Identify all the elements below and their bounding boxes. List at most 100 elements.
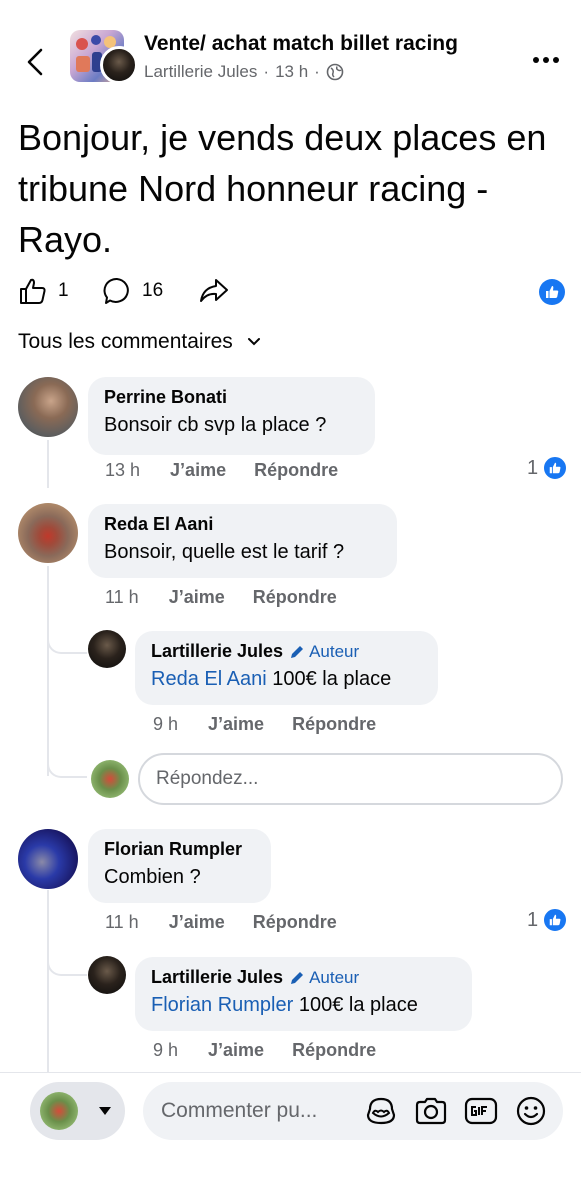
comment-input-placeholder: Commenter pu... — [161, 1099, 318, 1122]
post-meta: Lartillerie Jules · 13 h · — [144, 62, 344, 82]
reply-actions: 9 h J’aime Répondre — [153, 1040, 376, 1061]
avatar-sticker-icon — [366, 1097, 396, 1125]
thread-branch — [47, 640, 87, 654]
reply-actions: 9 h J’aime Répondre — [153, 714, 376, 735]
comment-reaction-count[interactable]: 1 — [527, 455, 569, 481]
comment-text: Combien ? — [104, 866, 201, 888]
reaction-count: 1 — [527, 456, 539, 479]
mention-link[interactable]: Reda El Aani — [151, 668, 267, 690]
profile-switcher[interactable] — [30, 1082, 125, 1140]
reply-text: 100€ la place — [272, 668, 392, 690]
reply-author-name[interactable]: Lartillerie Jules — [151, 967, 283, 988]
comment-reaction-count[interactable]: 1 — [527, 907, 569, 933]
reply-like-button[interactable]: J’aime — [208, 714, 264, 735]
separator-dot: · — [314, 62, 320, 81]
author-badge: Auteur — [289, 642, 359, 662]
more-icon — [533, 57, 539, 63]
pencil-icon — [291, 645, 304, 658]
reply-avatar[interactable] — [88, 956, 126, 994]
author-avatar-small — [100, 46, 138, 84]
comment-sort-dropdown[interactable]: Tous les commentaires — [18, 330, 261, 354]
thread-line — [47, 440, 49, 488]
reply-bubble: Lartillerie Jules Auteur Florian Rumpler… — [135, 957, 472, 1031]
post-author-name[interactable]: Lartillerie Jules — [144, 62, 257, 82]
camera-button[interactable] — [413, 1095, 449, 1127]
post-text: Bonjour, je vends deux places en tribune… — [18, 117, 547, 260]
comment-time: 11 h — [105, 912, 139, 932]
comment-bubble: Reda El Aani Bonsoir, quelle est le tari… — [88, 504, 397, 578]
author-badge-label: Auteur — [309, 641, 360, 661]
thumbs-up-badge-icon — [542, 907, 569, 933]
comment-bubble: Florian Rumpler Combien ? — [88, 829, 271, 903]
group-title[interactable]: Vente/ achat match billet racing — [144, 32, 458, 56]
author-badge: Auteur — [289, 968, 359, 988]
comment-like-button[interactable]: J’aime — [169, 587, 225, 608]
mention-link[interactable]: Florian Rumpler — [151, 994, 293, 1016]
comment-actions: 13 h J’aime Répondre — [105, 460, 338, 481]
comment-button[interactable]: 16 — [102, 274, 163, 308]
gif-button[interactable] — [463, 1095, 499, 1127]
gif-icon — [464, 1097, 498, 1125]
share-icon — [200, 279, 228, 302]
thread-branch — [47, 762, 87, 778]
comment-icon — [103, 277, 129, 304]
comment-input[interactable]: Commenter pu... — [143, 1082, 563, 1140]
comment-actions: 11 h J’aime Répondre — [105, 587, 337, 608]
thread-line — [47, 890, 49, 1072]
reply-input[interactable]: Répondez... — [138, 753, 563, 805]
like-icon — [20, 278, 46, 304]
more-options-button[interactable] — [526, 48, 566, 72]
reply-avatar[interactable] — [88, 630, 126, 668]
commenter-avatar[interactable] — [18, 829, 78, 889]
comment-like-button[interactable]: J’aime — [170, 460, 226, 481]
caret-down-icon — [99, 1107, 111, 1115]
comment-text: Bonsoir, quelle est le tarif ? — [104, 541, 345, 563]
commenter-name[interactable]: Perrine Bonati — [104, 387, 359, 408]
like-button[interactable]: 1 — [18, 274, 69, 308]
reply-bubble: Lartillerie Jules Auteur Reda El Aani 10… — [135, 631, 438, 705]
emoji-icon — [516, 1096, 546, 1126]
commenter-avatar[interactable] — [18, 503, 78, 563]
group-avatar[interactable] — [70, 30, 138, 84]
emoji-button[interactable] — [513, 1095, 549, 1127]
comment-reply-button[interactable]: Répondre — [253, 587, 337, 608]
reaction-badge[interactable] — [539, 279, 565, 305]
comment-reply-button[interactable]: Répondre — [254, 460, 338, 481]
reply-like-button[interactable]: J’aime — [208, 1040, 264, 1061]
separator-dot: · — [263, 62, 270, 81]
reply-reply-button[interactable]: Répondre — [292, 714, 376, 735]
reply-author-name[interactable]: Lartillerie Jules — [151, 641, 283, 662]
like-count: 1 — [58, 280, 69, 301]
commenter-name[interactable]: Florian Rumpler — [104, 839, 255, 860]
avatar-sticker-button[interactable] — [363, 1095, 399, 1127]
reply-text: 100€ la place — [298, 994, 418, 1016]
back-arrow-icon — [27, 48, 43, 76]
share-button[interactable] — [198, 274, 230, 308]
comment-count: 16 — [142, 280, 164, 301]
comment-like-button[interactable]: J’aime — [169, 912, 225, 933]
comment-actions: 11 h J’aime Répondre — [105, 912, 337, 933]
reaction-count: 1 — [527, 908, 539, 931]
pencil-icon — [291, 971, 304, 984]
comment-bubble: Perrine Bonati Bonsoir cb svp la place ? — [88, 377, 375, 455]
thread-line — [47, 566, 49, 776]
reply-reply-button[interactable]: Répondre — [292, 1040, 376, 1061]
thread-branch — [47, 960, 87, 976]
current-user-avatar — [40, 1092, 78, 1130]
post-time: 13 h — [275, 62, 309, 81]
comment-reply-button[interactable]: Répondre — [253, 912, 337, 933]
comment-time: 11 h — [105, 587, 139, 607]
chevron-down-icon — [247, 338, 260, 346]
globe-icon — [326, 63, 344, 81]
reply-time: 9 h — [153, 1040, 179, 1060]
reply-input-placeholder: Répondez... — [156, 768, 259, 789]
thumbs-up-badge-icon — [546, 285, 559, 298]
comment-text: Bonsoir cb svp la place ? — [104, 414, 327, 436]
comment-time: 13 h — [105, 460, 141, 480]
commenter-name[interactable]: Reda El Aani — [104, 514, 381, 535]
sort-label: Tous les commentaires — [18, 330, 233, 353]
back-button[interactable] — [18, 40, 52, 84]
commenter-avatar[interactable] — [18, 377, 78, 437]
thumbs-up-badge-icon — [542, 455, 569, 481]
camera-icon — [415, 1097, 447, 1125]
